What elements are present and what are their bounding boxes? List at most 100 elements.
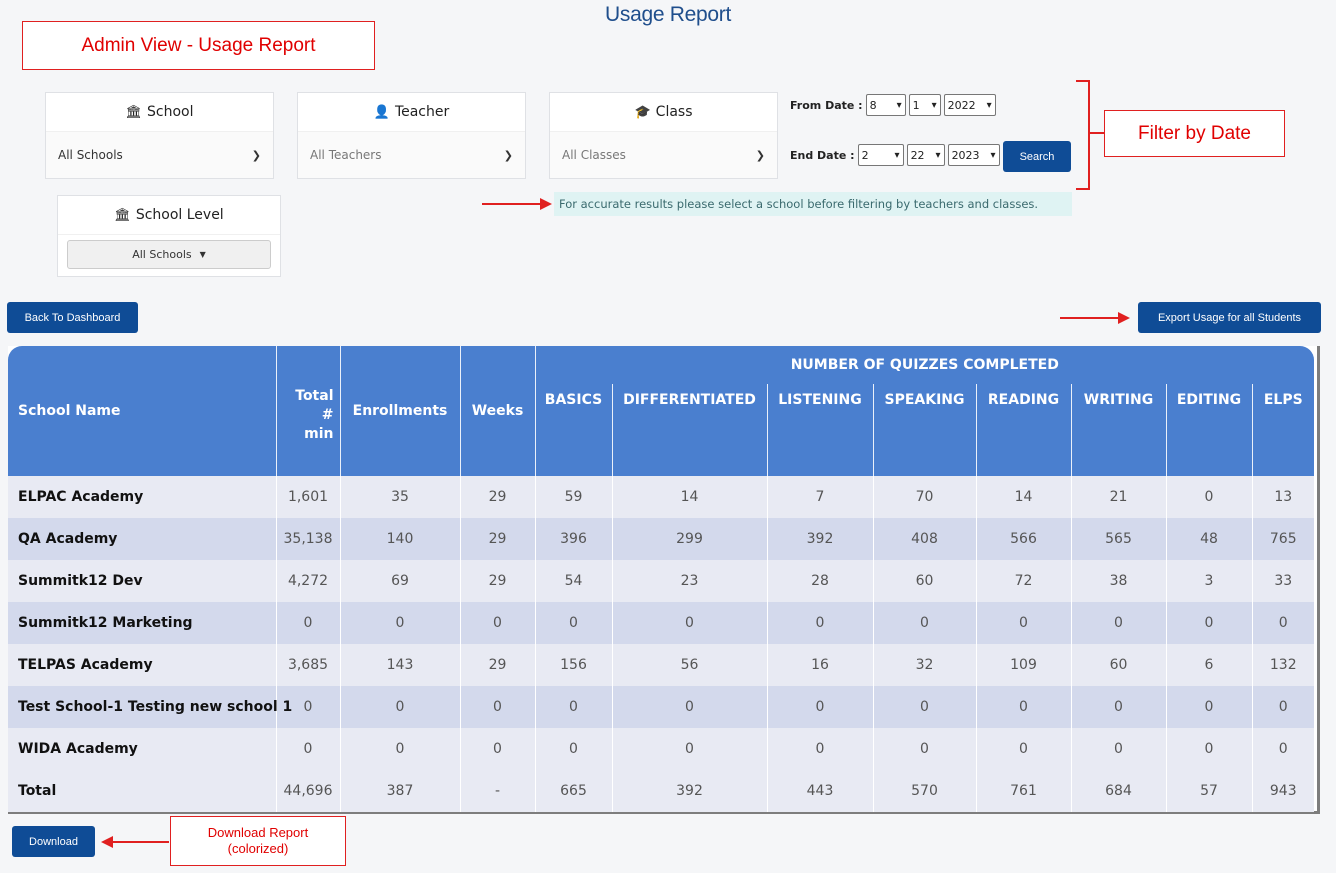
usage-table-container: School Name Total # min Enrollments Week… bbox=[8, 346, 1320, 814]
table-cell: 44,696 bbox=[275, 770, 340, 812]
school-name-cell: Test School-1 Testing new school 1 bbox=[8, 686, 292, 728]
col-writing: WRITING bbox=[1070, 384, 1166, 476]
bank-icon: 🏛 bbox=[114, 207, 131, 223]
from-month-select[interactable]: 8 ▾ bbox=[865, 94, 906, 116]
download-arrow-icon bbox=[101, 836, 169, 848]
table-cell: 0 bbox=[975, 686, 1071, 728]
chevron-down-icon: ❯ bbox=[503, 148, 513, 162]
table-cell: 0 bbox=[459, 602, 535, 644]
end-month-select[interactable]: 2 ▾ bbox=[857, 144, 904, 166]
table-cell: 0 bbox=[275, 728, 340, 770]
table-cell: 33 bbox=[1251, 560, 1315, 602]
export-arrow-icon bbox=[1060, 312, 1130, 324]
table-cell: 29 bbox=[459, 560, 535, 602]
table-cell: 570 bbox=[872, 770, 976, 812]
from-day-select[interactable]: 1 ▾ bbox=[908, 94, 941, 116]
table-row: ELPAC Academy 1,601 35 29 59 14 7 70 14 21 0 13 bbox=[8, 476, 1315, 518]
table-cell: 14 bbox=[975, 476, 1071, 518]
from-year-select[interactable]: 2022 ▾ bbox=[943, 94, 996, 116]
table-cell: 0 bbox=[339, 686, 460, 728]
school-name-cell: Summitk12 Dev bbox=[8, 560, 276, 602]
end-date-label: End Date : bbox=[790, 148, 855, 162]
table-cell: 299 bbox=[611, 518, 767, 560]
table-cell: 29 bbox=[459, 518, 535, 560]
table-cell: 6 bbox=[1165, 644, 1252, 686]
table-cell: 0 bbox=[275, 602, 340, 644]
table-cell: 156 bbox=[534, 644, 612, 686]
class-filter-header: 🎓 Class bbox=[550, 93, 777, 132]
table-cell: 665 bbox=[534, 770, 612, 812]
end-date-row: End Date : 2 ▾ 22 ▾ 2023 ▾ bbox=[790, 144, 1003, 166]
table-cell: 140 bbox=[339, 518, 460, 560]
date-bracket-tick bbox=[1090, 132, 1104, 134]
end-year-select[interactable]: 2023 ▾ bbox=[947, 144, 1000, 166]
export-usage-button[interactable]: Export Usage for all Students bbox=[1138, 302, 1321, 333]
table-cell: 23 bbox=[611, 560, 767, 602]
table-cell: 396 bbox=[534, 518, 612, 560]
table-cell: 566 bbox=[975, 518, 1071, 560]
table-cell: 4,272 bbox=[275, 560, 340, 602]
chevron-down-icon: ▾ bbox=[935, 149, 941, 161]
table-cell: 0 bbox=[766, 728, 873, 770]
table-cell: 35 bbox=[339, 476, 460, 518]
table-cell: 684 bbox=[1070, 770, 1166, 812]
from-month-value: 8 bbox=[869, 98, 877, 112]
table-cell: 565 bbox=[1070, 518, 1166, 560]
back-to-dashboard-button[interactable]: Back To Dashboard bbox=[7, 302, 138, 333]
table-cell: - bbox=[459, 770, 535, 812]
table-cell: 28 bbox=[766, 560, 873, 602]
chevron-down-icon: ▾ bbox=[990, 149, 996, 161]
table-cell: 0 bbox=[339, 602, 460, 644]
table-cell: 0 bbox=[1251, 728, 1315, 770]
school-name-cell: Total bbox=[8, 770, 276, 812]
filter-by-date-callout: Filter by Date bbox=[1104, 110, 1285, 157]
col-basics: BASICS bbox=[534, 384, 612, 476]
table-cell: 0 bbox=[1165, 686, 1252, 728]
table-cell: 60 bbox=[872, 560, 976, 602]
end-day-select[interactable]: 22 ▾ bbox=[906, 144, 945, 166]
table-cell: 72 bbox=[975, 560, 1071, 602]
class-select-value: All Classes bbox=[562, 148, 626, 162]
download-button[interactable]: Download bbox=[12, 826, 95, 857]
school-name-cell: ELPAC Academy bbox=[8, 476, 276, 518]
col-school-name: School Name bbox=[8, 346, 276, 476]
school-name-cell: WIDA Academy bbox=[8, 728, 276, 770]
table-cell: 0 bbox=[459, 728, 535, 770]
table-cell: 1,601 bbox=[275, 476, 340, 518]
table-cell: 0 bbox=[339, 728, 460, 770]
school-filter: 🏛 School All Schools ❯ bbox=[45, 92, 274, 179]
table-cell: 0 bbox=[1251, 602, 1315, 644]
teacher-filter-label: Teacher bbox=[394, 104, 450, 120]
end-year-value: 2023 bbox=[951, 148, 980, 162]
school-select[interactable]: All Schools ❯ bbox=[46, 132, 273, 178]
table-cell: 60 bbox=[1070, 644, 1166, 686]
table-cell: 109 bbox=[975, 644, 1071, 686]
class-select[interactable]: All Classes ❯ bbox=[550, 132, 777, 178]
date-bracket bbox=[1076, 80, 1090, 190]
table-row: QA Academy 35,138 140 29 396 299 392 408 566 565 4… bbox=[8, 518, 1315, 560]
notice-arrow-icon bbox=[482, 198, 552, 210]
table-row: Summitk12 Marketing 0 0 0 0 0 0 0 0 0 0 0 bbox=[8, 602, 1315, 644]
table-cell: 35,138 bbox=[275, 518, 340, 560]
school-level-dropdown[interactable]: All Schools ▼ bbox=[67, 240, 271, 269]
search-button[interactable]: Search bbox=[1003, 141, 1071, 172]
table-cell: 0 bbox=[975, 602, 1071, 644]
table-cell: 38 bbox=[1070, 560, 1166, 602]
teacher-select[interactable]: All Teachers ❯ bbox=[298, 132, 525, 178]
school-name-cell: Summitk12 Marketing bbox=[8, 602, 276, 644]
table-cell: 0 bbox=[611, 602, 767, 644]
table-cell: 0 bbox=[975, 728, 1071, 770]
table-cell: 0 bbox=[534, 728, 612, 770]
table-cell: 0 bbox=[1070, 602, 1166, 644]
col-reading: READING bbox=[975, 384, 1071, 476]
school-name-cell: QA Academy bbox=[8, 518, 276, 560]
table-cell: 29 bbox=[459, 644, 535, 686]
chevron-down-icon: ▾ bbox=[894, 149, 900, 161]
table-cell: 70 bbox=[872, 476, 976, 518]
table-row: WIDA Academy 0 0 0 0 0 0 0 0 0 0 0 bbox=[8, 728, 1315, 770]
from-date-row: From Date : 8 ▾ 1 ▾ 2022 ▾ bbox=[790, 94, 999, 116]
school-select-value: All Schools bbox=[58, 148, 123, 162]
school-level-header: 🏛 School Level bbox=[58, 196, 280, 235]
table-cell: 0 bbox=[534, 686, 612, 728]
table-cell: 16 bbox=[766, 644, 873, 686]
